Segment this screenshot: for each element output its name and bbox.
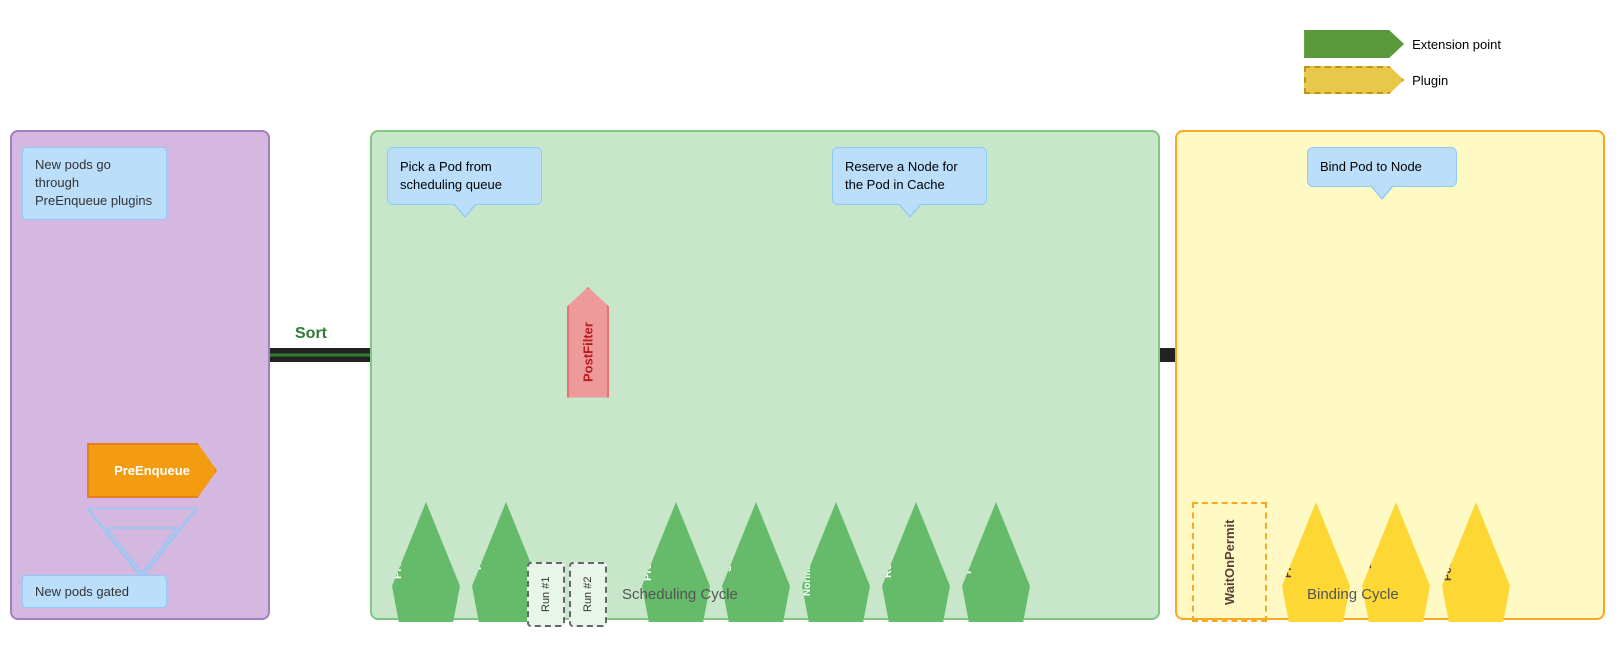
bind-pod-text: Bind Pod to Node <box>1320 159 1422 174</box>
legend-extension-label: Extension point <box>1412 37 1501 52</box>
pick-pod-text: Pick a Pod from scheduling queue <box>400 159 502 192</box>
prequeue-label: PreEnqueue <box>114 463 190 478</box>
plugin-prebind: PreBind <box>1282 502 1350 622</box>
diagram-container: Extension point Plugin New pods go throu… <box>0 0 1621 668</box>
legend-green-arrow <box>1304 30 1404 58</box>
legend-extension-point: Extension point <box>1304 30 1501 58</box>
scheduling-cycle-label: Scheduling Cycle <box>622 586 738 603</box>
wait-permit-label: WaitOnPermit <box>1222 519 1237 604</box>
legend-plugin-label: Plugin <box>1412 73 1448 88</box>
run1-label: Run #1 <box>540 577 552 612</box>
pods-gated-text: New pods gated <box>35 584 129 599</box>
prequeue-arrow: PreEnqueue <box>87 443 217 498</box>
new-pods-box: New pods go through PreEnqueue plugins <box>22 147 167 220</box>
legend: Extension point Plugin <box>1304 30 1501 94</box>
binding-cycle-label: Binding Cycle <box>1307 586 1399 603</box>
new-pods-text: New pods go through PreEnqueue plugins <box>35 157 152 208</box>
wait-permit-box: WaitOnPermit <box>1192 502 1267 622</box>
plugin-bind: Bind <box>1362 502 1430 622</box>
legend-plugin: Plugin <box>1304 66 1501 94</box>
legend-yellow-arrow <box>1304 66 1404 94</box>
postfilter-box: PostFilter <box>567 287 609 417</box>
left-panel: New pods go through PreEnqueue plugins P… <box>10 130 270 620</box>
pick-pod-bubble: Pick a Pod from scheduling queue <box>387 147 542 205</box>
plugin-score: Score <box>722 502 790 622</box>
plugin-normalize-score: Normalize Score <box>802 502 870 622</box>
run2-label: Run #2 <box>582 577 594 612</box>
run-box-2: Run #2 <box>569 562 607 627</box>
postfilter-label: PostFilter <box>581 322 596 382</box>
plugin-prescore: PreScore <box>642 502 710 622</box>
plugin-permit: Permit <box>962 502 1030 622</box>
plugin-prefilter: PreFilter <box>392 502 460 622</box>
plugin-postbind: PostBind <box>1442 502 1510 622</box>
bind-pod-bubble: Bind Pod to Node <box>1307 147 1457 187</box>
pods-gated-box: New pods gated <box>22 575 167 608</box>
plugin-reserve: Reserve <box>882 502 950 622</box>
reserve-node-text: Reserve a Node for the Pod in Cache <box>845 159 958 192</box>
reserve-node-bubble: Reserve a Node for the Pod in Cache <box>832 147 987 205</box>
right-panel: Bind Pod to Node WaitOnPermit PreBind Bi… <box>1175 130 1605 620</box>
run-box-1: Run #1 <box>527 562 565 627</box>
middle-panel: Pick a Pod from scheduling queue Reserve… <box>370 130 1160 620</box>
sort-label: Sort <box>295 325 327 343</box>
